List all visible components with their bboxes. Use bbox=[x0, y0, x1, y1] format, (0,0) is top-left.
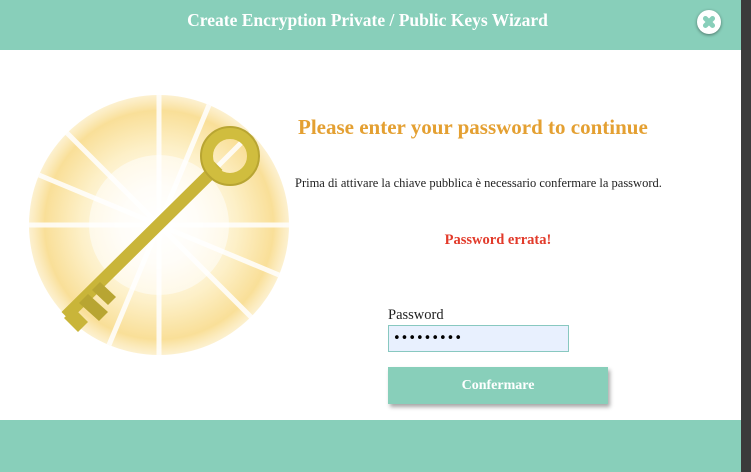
wizard-dialog: Create Encryption Private / Public Keys … bbox=[0, 0, 741, 472]
key-illustration bbox=[18, 90, 296, 365]
footer-bar bbox=[0, 420, 741, 472]
page-heading: Please enter your password to continue bbox=[298, 115, 648, 139]
error-message: Password errata! bbox=[444, 232, 552, 248]
description-text: Prima di attivare la chiave pubblica è n… bbox=[295, 176, 662, 190]
close-icon bbox=[702, 15, 716, 29]
password-field[interactable] bbox=[388, 325, 569, 352]
password-label: Password bbox=[388, 307, 444, 323]
glowing-key-icon bbox=[29, 95, 289, 355]
title-bar: Create Encryption Private / Public Keys … bbox=[0, 0, 741, 50]
confirm-button[interactable]: Confermare bbox=[388, 367, 608, 404]
window-title: Create Encryption Private / Public Keys … bbox=[187, 10, 548, 30]
close-button[interactable] bbox=[697, 10, 721, 34]
window-edge bbox=[741, 0, 751, 472]
